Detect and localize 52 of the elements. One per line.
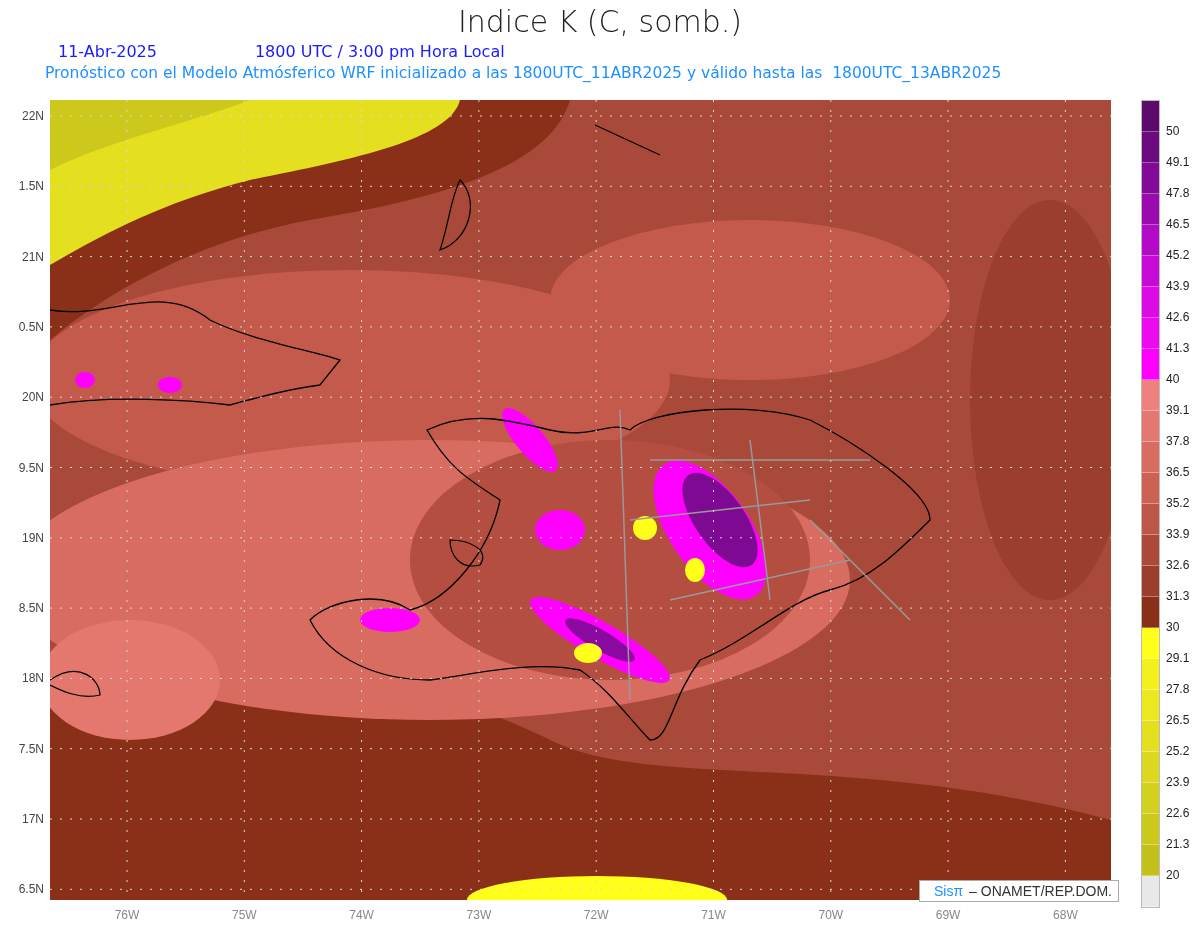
scale-label: 32.6 (1166, 558, 1190, 572)
scale-label: 27.8 (1166, 682, 1190, 696)
chart-title: Indice K (C, somb.) (456, 3, 744, 41)
scale-label: 40 (1166, 372, 1180, 386)
longitude-label: 68W (1052, 908, 1079, 922)
scale-label: 42.6 (1166, 310, 1190, 324)
latitude-label: 6.5N (18, 882, 44, 897)
longitude-label: 73W (465, 908, 493, 922)
scale-label: 39.1 (1166, 403, 1190, 417)
latitude-label: 22N (22, 109, 44, 123)
latitude-label: 21N (22, 249, 44, 264)
scale-label: 35.2 (1166, 496, 1190, 510)
scale-label: 22.6 (1166, 806, 1190, 820)
scale-label: 25.2 (1166, 744, 1190, 758)
latitude-label: 20N (22, 390, 44, 405)
scale-label: 29.1 (1166, 651, 1190, 665)
credit-text: – ONAMET/REP.DOM. (969, 883, 1112, 899)
latitude-label: 0.5N (18, 319, 44, 334)
forecast-subtitle: Pronóstico con el Modelo Atmósferico WRF inicializado a las 1800UTC_11ABR2025 y válido hasta las 1800UTC_13ABR2025 (44, 64, 1003, 82)
scale-label: 46.5 (1166, 217, 1190, 231)
scale-label: 47.8 (1166, 186, 1190, 200)
scale-label: 41.3 (1166, 341, 1190, 355)
scale-label: 21.3 (1166, 837, 1190, 851)
scale-label: 50 (1166, 124, 1180, 138)
longitude-label: 69W (934, 908, 962, 922)
scale-label: 37.8 (1166, 434, 1190, 448)
longitude-label: 76W (113, 908, 141, 922)
latitude-label: 19N (22, 530, 44, 545)
latitude-label: 18N (22, 671, 44, 686)
scale-label: 49.1 (1166, 155, 1190, 169)
latitude-label: 17N (22, 812, 44, 826)
scale-label: 26.5 (1166, 713, 1190, 727)
scale-label: 31.3 (1166, 589, 1190, 603)
longitude-label: 72W (582, 908, 610, 922)
latitude-label: 9.5N (18, 460, 44, 475)
scale-label: 43.9 (1166, 279, 1190, 293)
longitude-label: 74W (348, 908, 375, 922)
longitude-label: 71W (700, 908, 727, 922)
latitude-label: 8.5N (18, 601, 44, 616)
brand-text: Sisπ (934, 883, 964, 899)
latitude-label: 7.5N (18, 741, 44, 756)
scale-label: 20 (1166, 868, 1180, 882)
scale-label: 36.5 (1166, 465, 1190, 479)
forecast-date: 11-Abr-2025 (58, 42, 157, 63)
scale-label: 45.2 (1166, 248, 1190, 262)
scale-label: 30 (1166, 620, 1180, 634)
latitude-label: 1.5N (18, 179, 44, 194)
longitude-label: 75W (230, 908, 258, 922)
longitude-label: 70W (817, 908, 845, 922)
scale-label: 33.9 (1166, 527, 1190, 541)
scale-label: 23.9 (1166, 775, 1190, 789)
forecast-time: 1800 UTC / 3:00 pm Hora Local (254, 42, 505, 63)
